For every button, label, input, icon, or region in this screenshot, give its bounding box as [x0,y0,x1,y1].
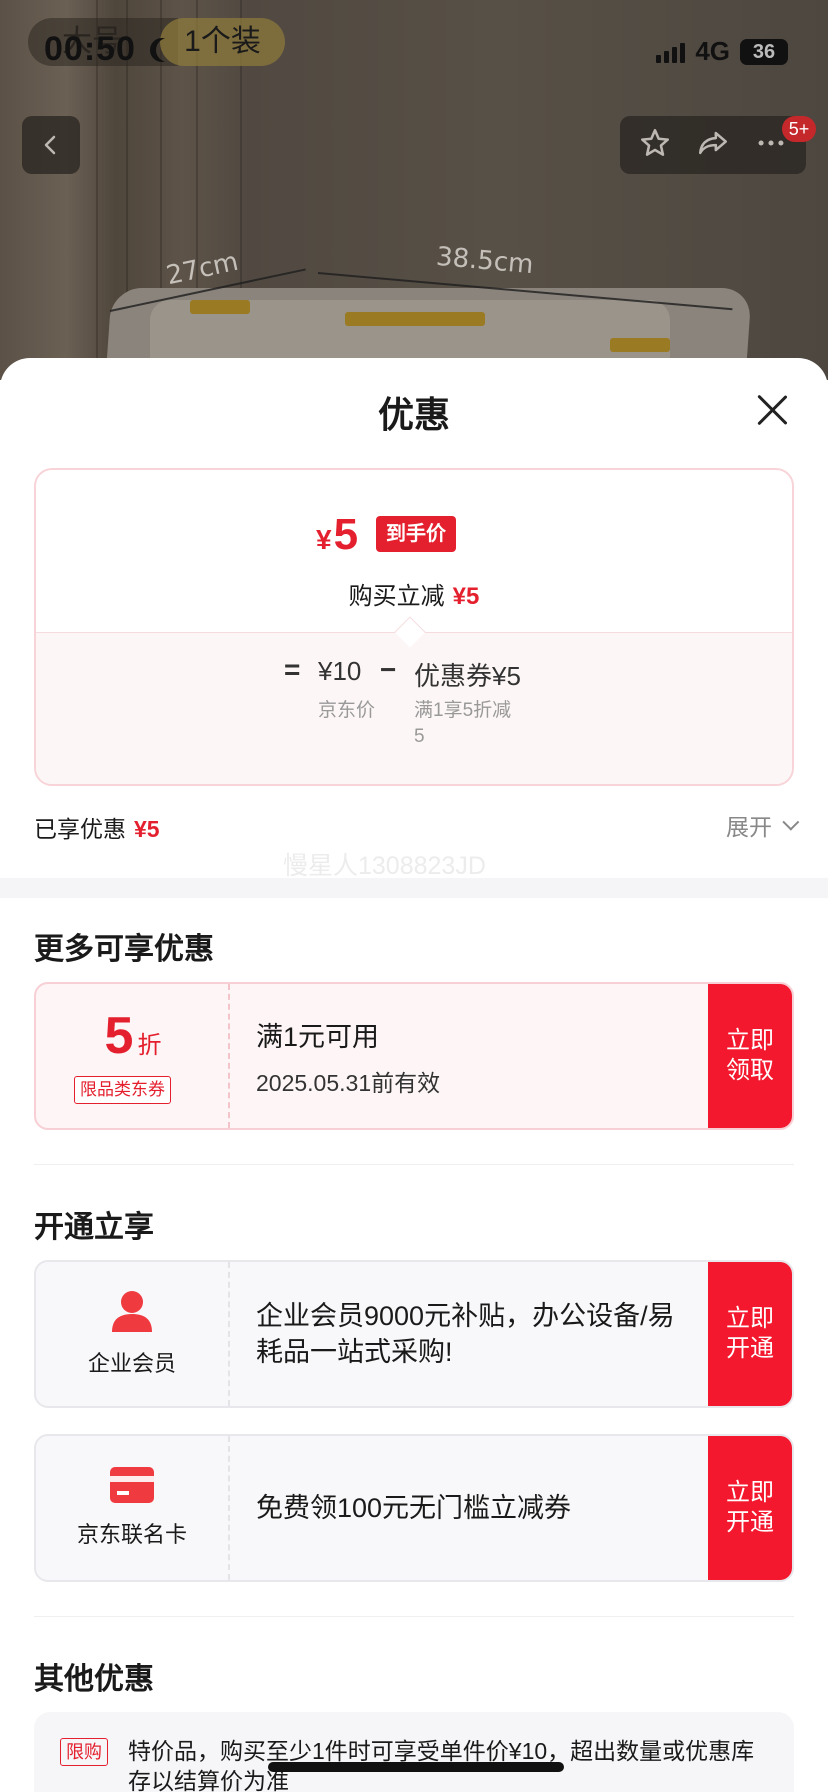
open-label-1: 立即 [726,1479,774,1506]
coupon-category-badge: 限品类东券 [74,1076,171,1104]
back-button[interactable] [22,116,80,174]
card-icon [110,1467,154,1503]
jd-price-label: 京东价 [318,700,376,721]
status-time: 00:50 [44,30,136,68]
enjoyed-value: ¥5 [134,816,160,842]
instant-reduce: 购买立减 ¥5 [36,576,792,611]
claim-label-1: 立即 [726,1027,774,1054]
member-name: 企业会员 [87,1351,176,1376]
final-price: ¥ 5 [316,510,358,560]
jd-price: ¥10 [318,656,362,686]
open-enjoy-title: 开通立享 [34,1211,154,1244]
discount-sheet: 优惠 ¥ 5 到手价 购买立减 ¥5 = ¥10 京东价 − 优惠券¥5 满1享5… [0,358,828,1792]
coupon-condition: 满1享5折减 [414,700,512,721]
claim-label-2: 领取 [726,1057,774,1084]
open-enterprise-button[interactable]: 立即 开通 [708,1262,792,1406]
top-actions [620,116,806,174]
open-label-2: 开通 [726,1509,774,1536]
open-label-2: 开通 [726,1335,774,1362]
minus-sign: − [380,654,397,685]
coupon-unit: 折 [137,1032,162,1059]
coupon-deduction: 优惠券¥5 [414,661,521,691]
battery-icon: 36 [740,38,788,65]
status-indicators: 4G 36 [656,36,788,67]
final-price-value: 5 [333,510,359,559]
other-discount-item: 限购 特价品，购买至少1件时可享受单件价¥10，超出数量或优惠库存以结算价为准 [34,1712,794,1792]
expand-button[interactable]: 展开 [726,808,800,842]
jd-cobrand-card: 京东联名卡 免费领100元无门槛立减券 立即 开通 [34,1434,794,1582]
message-count-badge: 5+ [782,116,816,142]
purchase-limit-badge: 限购 [60,1738,108,1766]
product-image-background: 27cm 38.5cm 大号 1个装 00:50 4G 36 5+ [0,0,828,380]
network-type: 4G [695,36,730,66]
signal-icon [656,41,686,63]
coupon-condition-cont: 5 [414,726,425,747]
share-icon [698,131,728,154]
favorite-button[interactable] [638,126,672,165]
moon-icon [156,38,180,62]
chevron-left-icon [44,135,56,155]
enjoyed-label: 已享优惠 [34,816,126,842]
pack-tag: 1个装 [160,18,285,66]
coupon-card: 5折 限品类东券 满1元可用 2025.05.31前有效 立即 领取 [34,982,794,1130]
dimension-length-label: 38.5cm [434,241,535,281]
claim-coupon-button[interactable]: 立即 领取 [708,984,792,1128]
chevron-down-icon [782,813,800,831]
person-icon [112,1291,152,1332]
equals-sign: = [284,654,301,685]
member-description: 企业会员9000元补贴，办公设备/易耗品一站式采购! [256,1301,675,1367]
expand-label: 展开 [726,814,772,840]
sheet-title: 优惠 [377,394,450,435]
card-name: 京东联名卡 [76,1522,187,1547]
star-icon [640,128,669,156]
coupon-value: 5折 限品类东券 [36,984,230,1128]
other-discounts-title: 其他优惠 [34,1663,154,1696]
share-button[interactable] [695,126,731,165]
coupon-expiry: 2025.05.31前有效 [256,1069,441,1096]
open-card-button[interactable]: 立即 开通 [708,1436,792,1580]
coupon-details: 满1元可用 2025.05.31前有效 [256,984,440,1128]
card-description: 免费领100元无门槛立减券 [256,1493,572,1523]
reduce-value: ¥5 [452,583,480,610]
watermark: 慢星人1308823JD [283,852,486,880]
coupon-condition: 满1元可用 [256,1021,380,1052]
enjoyed-discount: 已享优惠 ¥5 [34,810,160,844]
coupon-discount: 5 [104,1007,134,1065]
open-label-1: 立即 [726,1305,774,1332]
final-price-tag: 到手价 [376,516,456,552]
more-discounts-title: 更多可享优惠 [34,933,214,966]
reduce-label: 购买立减 [348,583,445,610]
enterprise-member-card: 企业会员 企业会员9000元补贴，办公设备/易耗品一站式采购! 立即 开通 [34,1260,794,1408]
close-button[interactable] [756,394,788,426]
currency-symbol: ¥ [316,524,332,555]
price-summary-card: ¥ 5 到手价 购买立减 ¥5 = ¥10 京东价 − 优惠券¥5 满1享5折减 … [34,468,794,786]
home-indicator[interactable] [268,1762,564,1772]
